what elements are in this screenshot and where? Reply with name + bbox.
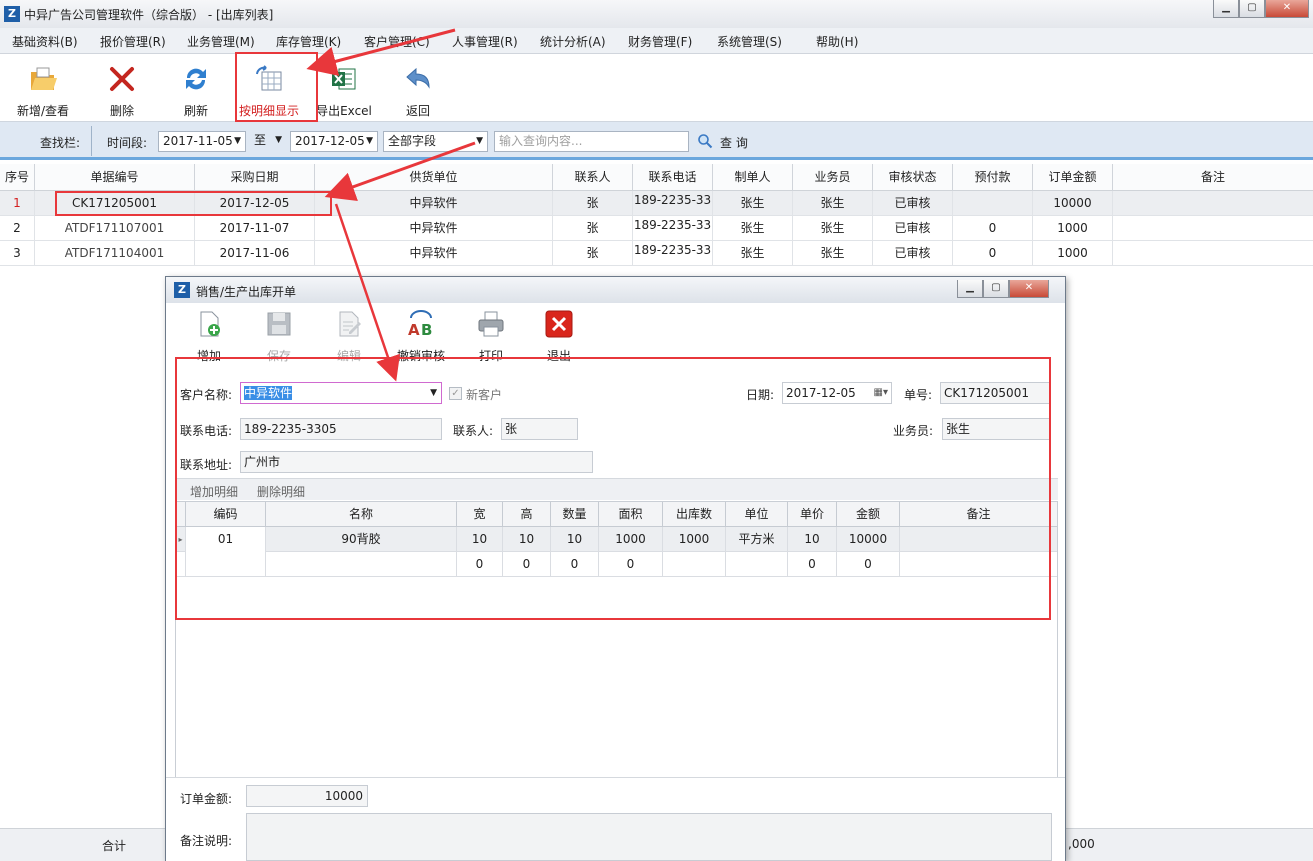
chevron-down-icon: ▼ (476, 136, 483, 146)
query-button[interactable]: 查 询 (697, 132, 757, 152)
dialog-title: 销售/生产出库开单 (196, 285, 297, 299)
menu-hr[interactable]: 人事管理(R) (452, 33, 518, 50)
col-header[interactable]: 审核状态 (873, 164, 953, 191)
to-select[interactable]: 至 ▼ (250, 131, 286, 152)
remark-textarea[interactable] (246, 813, 1052, 861)
minimize-button[interactable]: ▁ (1213, 0, 1239, 18)
col-header[interactable]: 业务员 (793, 164, 873, 191)
delete-button[interactable]: 删除 (98, 58, 146, 120)
refresh-icon (186, 68, 206, 90)
exit-x-icon (545, 310, 573, 338)
chevron-down-icon: ▼ (234, 136, 241, 146)
print-button[interactable]: 打印 (464, 310, 518, 363)
remark-label: 备注说明: (180, 834, 233, 848)
export-excel-button[interactable]: 导出Excel (314, 58, 374, 120)
menu-business[interactable]: 业务管理(M) (187, 33, 255, 50)
folder-open-icon (31, 67, 57, 90)
maximize-button[interactable]: ▢ (1239, 0, 1265, 18)
refresh-button[interactable]: 刷新 (172, 58, 220, 120)
highlight-first-row (55, 191, 332, 216)
dialog-maximize-button[interactable]: ▢ (983, 280, 1009, 298)
svg-text:B: B (421, 321, 432, 338)
save-disk-icon (267, 312, 291, 336)
window-controls: ▁ ▢ ✕ (1213, 0, 1309, 18)
search-input[interactable]: 输入查询内容... (494, 131, 689, 152)
col-header[interactable]: 联系电话 (633, 164, 713, 191)
excel-icon (332, 68, 356, 90)
dialog-toolbar: 增加 保存 编辑 AB 撤销审核 打印 退出 (174, 304, 1057, 364)
col-header[interactable]: 供货单位 (315, 164, 553, 191)
window-title: 中异广告公司管理软件（综合版） - [出库列表] (24, 8, 274, 22)
menu-finance[interactable]: 财务管理(F) (628, 33, 692, 50)
new-view-button[interactable]: 新增/查看 (12, 58, 74, 120)
search-bar: 查找栏: 时间段: 2017-11-05 ▼ 至 ▼ 2017-12-05 ▼ 全部字… (0, 122, 1313, 160)
chevron-down-icon: ▼ (366, 136, 373, 146)
main-toolbar: 新增/查看 删除 刷新 按明细显示 导出Excel 返回 (0, 54, 1313, 122)
menu-inventory[interactable]: 库存管理(K) (276, 33, 341, 50)
search-bar-label: 查找栏: (40, 136, 81, 150)
date-to-select[interactable]: 2017-12-05 ▼ (290, 131, 378, 152)
col-header[interactable]: 序号 (0, 164, 35, 191)
menu-quote[interactable]: 报价管理(R) (100, 33, 166, 50)
order-amount-field: 10000 (246, 785, 368, 807)
col-header[interactable]: 联系人 (553, 164, 633, 191)
back-arrow-icon (406, 67, 430, 89)
dialog-logo-icon: Z (174, 282, 190, 298)
dialog-close-button[interactable]: ✕ (1009, 280, 1049, 298)
edit-document-icon (339, 311, 361, 337)
field-select[interactable]: 全部字段 ▼ (383, 131, 488, 152)
window-title-bar: Z 中异广告公司管理软件（综合版） - [出库列表] ▁ ▢ ✕ (0, 0, 1313, 28)
search-divider (91, 126, 92, 156)
dialog-minimize-button[interactable]: ▁ (957, 280, 983, 298)
menu-bar: 基础资料(B) 报价管理(R) 业务管理(M) 库存管理(K) 客户管理(C) … (0, 28, 1313, 54)
dialog-window-controls: ▁ ▢ ✕ (957, 280, 1049, 298)
highlight-show-detail (235, 52, 318, 122)
order-amount-label: 订单金额: (180, 792, 233, 806)
highlight-form-area (175, 357, 1051, 620)
menu-customer[interactable]: 客户管理(C) (364, 33, 430, 50)
abc-approve-icon: AB (408, 310, 432, 338)
svg-text:A: A (408, 321, 420, 338)
close-button[interactable]: ✕ (1265, 0, 1309, 18)
outbound-order-dialog: Z 销售/生产出库开单 ▁ ▢ ✕ 增加 保存 编辑 AB 撤销审核 打印 退出… (165, 276, 1066, 861)
col-header[interactable]: 订单金额 (1033, 164, 1113, 191)
chevron-down-icon: ▼ (275, 135, 282, 145)
dialog-summary: 订单金额: 10000 备注说明: (166, 777, 1065, 861)
add-document-icon (200, 311, 220, 337)
back-button[interactable]: 返回 (394, 58, 442, 120)
col-header[interactable]: 采购日期 (195, 164, 315, 191)
menu-system[interactable]: 系统管理(S) (717, 33, 782, 50)
table-row[interactable]: 3 ATDF171104001 2017-11-06 中异软件 张 189-22… (0, 241, 1313, 266)
grid-header: 序号 单据编号 采购日期 供货单位 联系人 联系电话 制单人 业务员 审核状态 … (0, 164, 1313, 191)
col-header[interactable]: 备注 (1113, 164, 1313, 191)
add-button[interactable]: 增加 (182, 310, 236, 363)
col-header[interactable]: 单据编号 (35, 164, 195, 191)
printer-icon (478, 311, 504, 337)
menu-help[interactable]: 帮助(H) (816, 33, 858, 50)
unapprove-button[interactable]: AB 撤销审核 (392, 310, 450, 363)
dialog-title-bar: Z 销售/生产出库开单 ▁ ▢ ✕ (166, 277, 1065, 303)
col-header[interactable]: 预付款 (953, 164, 1033, 191)
search-icon (698, 134, 713, 149)
save-button[interactable]: 保存 (252, 310, 306, 363)
edit-button[interactable]: 编辑 (322, 310, 376, 363)
date-from-select[interactable]: 2017-11-05 ▼ (158, 131, 246, 152)
period-label: 时间段: (107, 136, 148, 150)
menu-statistics[interactable]: 统计分析(A) (540, 33, 606, 50)
total-label: 合计 (102, 839, 127, 853)
menu-basic-data[interactable]: 基础资料(B) (12, 33, 78, 50)
delete-x-icon (110, 67, 134, 91)
exit-button[interactable]: 退出 (532, 310, 586, 363)
table-row[interactable]: 2 ATDF171107001 2017-11-07 中异软件 张 189-22… (0, 216, 1313, 241)
col-header[interactable]: 制单人 (713, 164, 793, 191)
total-value: ,000 (1068, 837, 1095, 851)
app-logo-icon: Z (4, 6, 20, 22)
